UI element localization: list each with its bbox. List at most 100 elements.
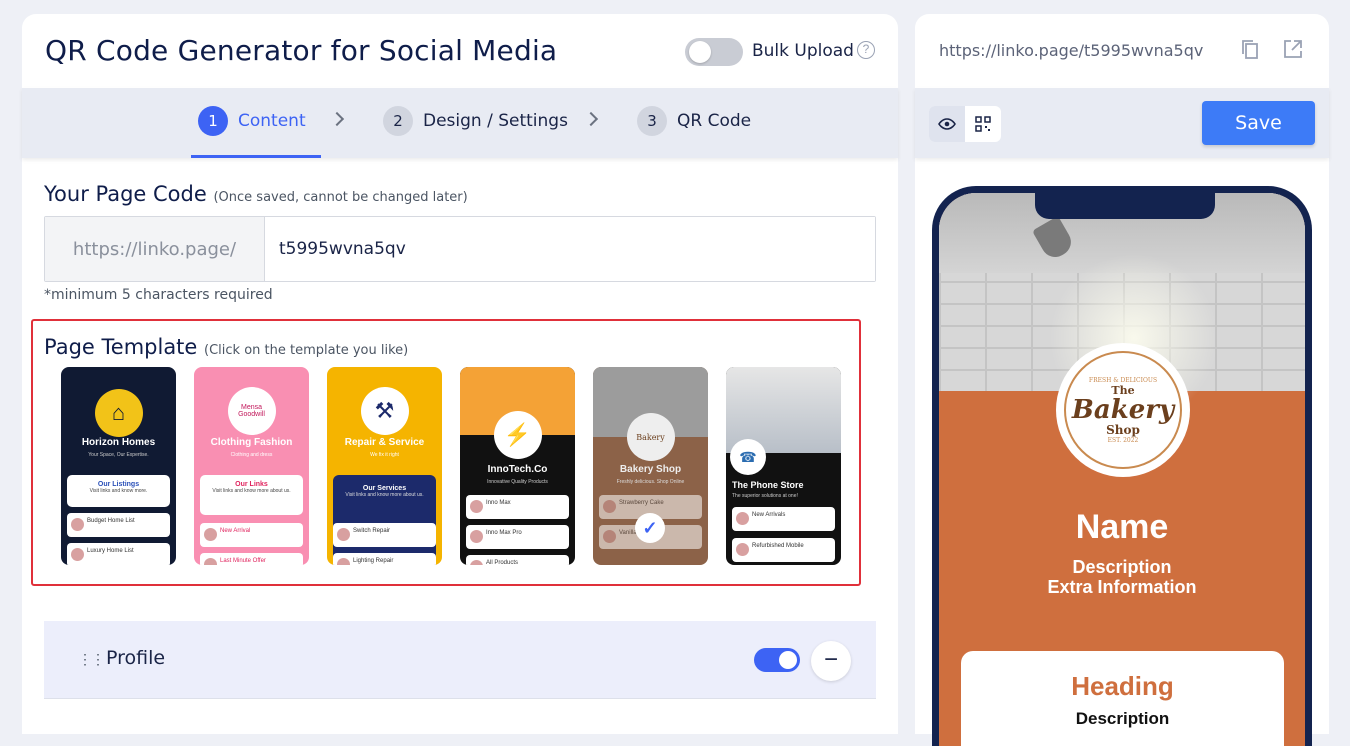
bakery-logo: Bakery <box>626 413 675 461</box>
page-code-label: Your Page Code <box>44 182 207 206</box>
profile-label: Profile <box>106 647 166 669</box>
page-code-heading: Your Page Code (Once saved, cannot be ch… <box>44 182 468 206</box>
active-step-underline <box>191 155 321 158</box>
bakery-logo: FRESH & DELICIOUS The Bakery Shop EST. 2… <box>1056 343 1190 477</box>
template-horizon-homes[interactable]: ⌂ Horizon Homes Your Space, Our Expertis… <box>61 367 176 565</box>
template-tagline: Innovative Quality Products <box>487 479 548 485</box>
profile-name: Name <box>1075 508 1169 546</box>
template-card: Our Links Visit links and know more abou… <box>200 475 303 515</box>
view-switch <box>929 106 1001 142</box>
card-title: Our Links <box>235 481 268 488</box>
template-tagline: The superior solutions at one! <box>732 493 798 499</box>
card-description: Description <box>1075 709 1170 728</box>
template-repair-service[interactable]: ⚒ Repair & Service We fix it right Our S… <box>327 367 442 565</box>
step-label: Content <box>238 111 306 131</box>
step-bar: 1 Content 2 Design / Settings 3 QR Code <box>22 88 898 158</box>
template-heading: Page Template (Click on the template you… <box>44 335 408 359</box>
page-code-input[interactable] <box>265 217 875 281</box>
profile-extra-info: Extra Information <box>1047 577 1197 597</box>
preview-panel: https://linko.page/t5995wvna5qv Save FRE… <box>915 14 1329 746</box>
card-text: Visit links and know more. <box>89 488 148 494</box>
template-row: Lighting Repair <box>333 553 436 565</box>
template-row: Inno Max Pro <box>466 525 569 549</box>
page-code-hint: *minimum 5 characters required <box>44 287 273 303</box>
phone-notch <box>1035 193 1215 219</box>
qr-icon[interactable] <box>965 106 1001 142</box>
page-code-note: (Once saved, cannot be changed later) <box>213 190 468 205</box>
template-bakery-shop[interactable]: Bakery Bakery Shop Freshly delicious. Sh… <box>593 367 708 565</box>
step-qr-code[interactable]: 3 QR Code <box>637 106 751 136</box>
check-icon: ✓ <box>635 513 665 543</box>
card-text: Visit links and know more about us. <box>345 492 424 498</box>
url-prefix: https://linko.page/ <box>45 217 265 281</box>
drag-icon[interactable]: ⋮⋮ <box>78 651 105 668</box>
template-name: Horizon Homes <box>81 437 156 448</box>
profile-section: ⋮⋮ Profile − <box>44 621 876 699</box>
brand-tagline: FRESH & DELICIOUS <box>1088 376 1158 384</box>
step-label: QR Code <box>677 111 752 131</box>
preview-toolbar: Save <box>915 88 1329 158</box>
chevron-right-icon <box>329 111 345 127</box>
step-label: Design / Settings <box>423 111 568 131</box>
step-number: 1 <box>198 106 228 136</box>
template-tagline: Clothing and dress <box>230 452 273 458</box>
brand-est: EST. 2022 <box>1107 436 1139 444</box>
template-card: Our Listings Visit links and know more. <box>67 475 170 507</box>
template-innotech[interactable]: ⚡ InnoTech.Co Innovative Quality Product… <box>460 367 575 565</box>
template-row: Refurbished Mobile <box>732 538 835 562</box>
template-name: Repair & Service <box>344 437 425 448</box>
template-row: Inno Max <box>466 495 569 519</box>
template-row: New Arrivals <box>732 507 835 531</box>
template-note: (Click on the template you like) <box>204 343 409 358</box>
template-tagline: Your Space, Our Expertise. <box>88 452 149 458</box>
template-row: Switch Repair <box>333 523 436 547</box>
brand-logo: Mensa Goodwill <box>227 387 276 435</box>
phone-store-logo: ☎ <box>730 439 766 475</box>
step-content[interactable]: 1 Content <box>198 106 306 136</box>
card-title: Our Listings <box>97 481 140 488</box>
editor-panel: QR Code Generator for Social Media Bulk … <box>22 14 898 734</box>
profile-description: Description <box>1072 557 1172 577</box>
template-row: Luxury Home List <box>67 543 170 565</box>
chevron-right-icon <box>583 111 599 127</box>
bulk-upload-toggle[interactable] <box>685 38 743 66</box>
house-icon: ⌂ <box>94 389 143 437</box>
brand-main: Bakery <box>1071 394 1175 425</box>
content-card: Heading Description <box>961 651 1284 746</box>
template-name: InnoTech.Co <box>487 464 548 475</box>
lightning-icon: ⚡ <box>493 411 542 459</box>
copy-icon[interactable] <box>1239 38 1261 60</box>
step-number: 2 <box>383 106 413 136</box>
template-name: The Phone Store <box>732 480 804 490</box>
bulk-upload-label: Bulk Upload <box>752 41 854 61</box>
help-icon[interactable]: ? <box>857 41 875 59</box>
eye-icon[interactable] <box>929 106 965 142</box>
page-title: QR Code Generator for Social Media <box>45 34 558 67</box>
save-button[interactable]: Save <box>1202 101 1315 145</box>
card-heading: Heading <box>1071 671 1174 701</box>
template-row: Last Minute Offer <box>200 553 303 565</box>
template-clothing-fashion[interactable]: Mensa Goodwill Clothing Fashion Clothing… <box>194 367 309 565</box>
card-text: Visit links and know more about us. <box>212 488 291 494</box>
brand-sub: Shop <box>1106 422 1140 437</box>
minus-icon[interactable]: − <box>811 641 851 681</box>
template-row: Budget Home List <box>67 513 170 537</box>
template-name: Clothing Fashion <box>210 437 293 448</box>
step-design[interactable]: 2 Design / Settings <box>383 106 568 136</box>
template-phone-store[interactable]: ☎ The Phone Store The superior solutions… <box>726 367 841 565</box>
page-code-field: https://linko.page/ <box>44 216 876 282</box>
profile-toggle[interactable] <box>754 648 800 672</box>
preview-url: https://linko.page/t5995wvna5qv <box>939 41 1204 60</box>
external-link-icon[interactable] <box>1282 38 1304 60</box>
step-number: 3 <box>637 106 667 136</box>
card-title: Our Services <box>362 485 407 492</box>
template-tagline: Freshly delicious. Shop Online <box>616 479 685 485</box>
template-row: New Arrival <box>200 523 303 547</box>
template-row: All Products <box>466 555 569 565</box>
template-tagline: We fix it right <box>370 452 399 458</box>
wrench-icon: ⚒ <box>360 387 409 435</box>
template-card: Our Services Visit links and know more a… <box>333 475 436 565</box>
phone-preview: FRESH & DELICIOUS The Bakery Shop EST. 2… <box>932 186 1312 746</box>
template-label: Page Template <box>44 335 198 359</box>
template-name: Bakery Shop <box>619 464 682 475</box>
